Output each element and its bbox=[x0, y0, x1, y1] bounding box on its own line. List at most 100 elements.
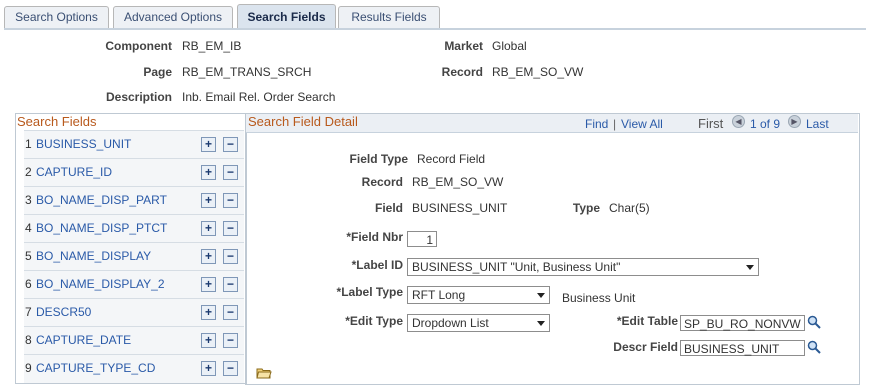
field-type-label: Field Type bbox=[349, 152, 408, 166]
find-link[interactable]: Find bbox=[585, 117, 608, 131]
page-value: RB_EM_TRANS_SRCH bbox=[182, 65, 312, 79]
label-text-value: Business Unit bbox=[562, 291, 636, 305]
remove-row-button[interactable]: − bbox=[223, 361, 238, 376]
next-icon[interactable]: ▶ bbox=[788, 115, 801, 128]
label-id-select[interactable]: BUSINESS_UNIT "Unit, Business Unit" bbox=[407, 258, 759, 276]
add-row-button[interactable]: + bbox=[201, 249, 216, 264]
nav-separator: | bbox=[613, 117, 617, 131]
remove-row-button[interactable]: − bbox=[223, 137, 238, 152]
page-label: Page bbox=[143, 65, 172, 79]
type-label: Type bbox=[572, 201, 600, 215]
record-detail-value: RB_EM_SO_VW bbox=[412, 175, 504, 189]
row-number: 9 bbox=[25, 361, 32, 375]
field-nbr-label: *Field Nbr bbox=[346, 230, 403, 244]
chevron-down-icon bbox=[537, 321, 545, 326]
field-name-link[interactable]: DESCR50 bbox=[36, 305, 91, 319]
type-value: Char(5) bbox=[609, 201, 650, 215]
component-label: Component bbox=[105, 39, 172, 53]
previous-icon[interactable]: ◀ bbox=[732, 115, 745, 128]
row-number: 7 bbox=[25, 305, 32, 319]
row-number: 6 bbox=[25, 277, 32, 291]
remove-row-button[interactable]: − bbox=[223, 165, 238, 180]
record-label: Record bbox=[441, 65, 483, 79]
tab-advanced-options[interactable]: Advanced Options bbox=[113, 6, 233, 28]
remove-row-button[interactable]: − bbox=[223, 221, 238, 236]
view-all-link[interactable]: View All bbox=[621, 117, 663, 131]
remove-row-button[interactable]: − bbox=[223, 305, 238, 320]
field-name-link[interactable]: BO_NAME_DISP_PART bbox=[36, 193, 167, 207]
list-item[interactable]: 9 CAPTURE_TYPE_CD + − bbox=[24, 354, 244, 383]
list-item[interactable]: 6 BO_NAME_DISPLAY_2 + − bbox=[24, 270, 244, 299]
record-detail-label: Record bbox=[361, 175, 403, 189]
description-label: Description bbox=[105, 90, 172, 104]
row-number: 5 bbox=[25, 249, 32, 263]
lookup-icon[interactable] bbox=[807, 340, 821, 354]
tab-search-options[interactable]: Search Options bbox=[4, 6, 109, 28]
descr-field-label: Descr Field bbox=[613, 340, 678, 354]
add-row-button[interactable]: + bbox=[201, 193, 216, 208]
component-value: RB_EM_IB bbox=[182, 39, 242, 53]
field-name-link[interactable]: CAPTURE_DATE bbox=[36, 333, 131, 347]
descr-field-input[interactable]: BUSINESS_UNIT bbox=[680, 340, 805, 356]
tab-underline bbox=[4, 28, 866, 30]
add-row-button[interactable]: + bbox=[201, 333, 216, 348]
add-row-button[interactable]: + bbox=[201, 137, 216, 152]
list-item[interactable]: 4 BO_NAME_DISP_PTCT + − bbox=[24, 214, 244, 243]
add-row-button[interactable]: + bbox=[201, 277, 216, 292]
list-item[interactable]: 1 BUSINESS_UNIT + − bbox=[24, 130, 244, 159]
edit-type-value: Dropdown List bbox=[412, 316, 489, 330]
label-id-value: BUSINESS_UNIT "Unit, Business Unit" bbox=[412, 260, 621, 274]
list-item[interactable]: 2 CAPTURE_ID + − bbox=[24, 158, 244, 187]
chevron-down-icon bbox=[746, 265, 754, 270]
add-row-button[interactable]: + bbox=[201, 361, 216, 376]
lookup-icon[interactable] bbox=[807, 315, 821, 329]
row-number: 2 bbox=[25, 165, 32, 179]
row-number: 8 bbox=[25, 333, 32, 347]
search-fields-title: Search Fields bbox=[17, 114, 97, 129]
chevron-down-icon bbox=[537, 293, 545, 298]
market-value: Global bbox=[492, 39, 527, 53]
field-name-link[interactable]: CAPTURE_TYPE_CD bbox=[36, 361, 155, 375]
field-type-value: Record Field bbox=[417, 152, 486, 166]
field-value: BUSINESS_UNIT bbox=[412, 201, 508, 215]
field-nbr-input[interactable]: 1 bbox=[407, 231, 437, 247]
search-field-detail-title: Search Field Detail bbox=[248, 114, 358, 129]
list-item[interactable]: 7 DESCR50 + − bbox=[24, 298, 244, 327]
edit-table-input[interactable]: SP_BU_RO_NONVW bbox=[680, 315, 805, 331]
list-item[interactable]: 5 BO_NAME_DISPLAY + − bbox=[24, 242, 244, 271]
row-number: 1 bbox=[25, 137, 32, 151]
field-name-link[interactable]: BO_NAME_DISPLAY_2 bbox=[36, 277, 165, 291]
remove-row-button[interactable]: − bbox=[223, 249, 238, 264]
tab-results-fields[interactable]: Results Fields bbox=[338, 6, 440, 28]
label-type-value: RFT Long bbox=[412, 288, 466, 302]
row-number: 4 bbox=[25, 221, 32, 235]
field-name-link[interactable]: BO_NAME_DISPLAY bbox=[36, 249, 151, 263]
list-item[interactable]: 3 BO_NAME_DISP_PART + − bbox=[24, 186, 244, 215]
row-position: 1 of 9 bbox=[750, 117, 781, 131]
field-name-link[interactable]: BUSINESS_UNIT bbox=[36, 137, 131, 151]
list-item[interactable]: 8 CAPTURE_DATE + − bbox=[24, 326, 244, 355]
edit-type-select[interactable]: Dropdown List bbox=[407, 314, 550, 332]
add-row-button[interactable]: + bbox=[201, 305, 216, 320]
record-value: RB_EM_SO_VW bbox=[492, 65, 584, 79]
add-row-button[interactable]: + bbox=[201, 165, 216, 180]
remove-row-button[interactable]: − bbox=[223, 193, 238, 208]
tab-search-fields[interactable]: Search Fields bbox=[237, 4, 336, 29]
field-label: Field bbox=[374, 201, 403, 215]
folder-icon[interactable] bbox=[256, 367, 272, 379]
label-type-select[interactable]: RFT Long bbox=[407, 286, 550, 304]
remove-row-button[interactable]: − bbox=[223, 277, 238, 292]
edit-table-label: *Edit Table bbox=[616, 314, 678, 328]
edit-type-label: *Edit Type bbox=[345, 314, 403, 328]
label-id-label: *Label ID bbox=[351, 258, 403, 272]
description-value: Inb. Email Rel. Order Search bbox=[182, 90, 336, 104]
market-label: Market bbox=[444, 39, 483, 53]
first-label: First bbox=[698, 116, 724, 131]
remove-row-button[interactable]: − bbox=[223, 333, 238, 348]
field-name-link[interactable]: CAPTURE_ID bbox=[36, 165, 112, 179]
label-type-label: *Label Type bbox=[336, 285, 403, 299]
field-name-link[interactable]: BO_NAME_DISP_PTCT bbox=[36, 221, 167, 235]
add-row-button[interactable]: + bbox=[201, 221, 216, 236]
last-link[interactable]: Last bbox=[806, 117, 829, 131]
row-number: 3 bbox=[25, 193, 32, 207]
